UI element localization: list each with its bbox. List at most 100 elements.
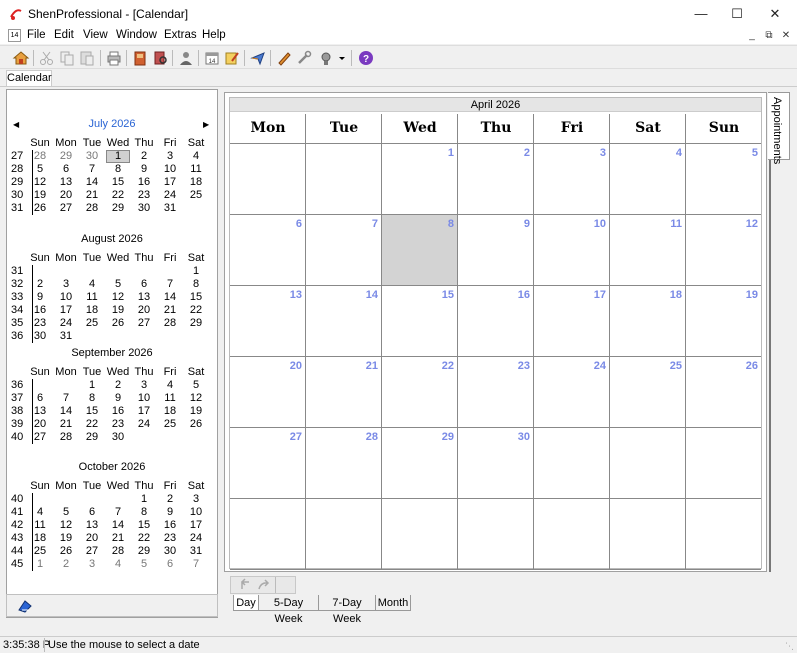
- mini-calendar-day[interactable]: 12: [27, 176, 53, 189]
- menu-view[interactable]: View: [83, 29, 108, 41]
- mini-calendar-day[interactable]: 10: [53, 291, 79, 304]
- month-day-cell[interactable]: 8: [382, 215, 458, 286]
- week-number[interactable]: 31: [11, 202, 25, 215]
- month-day-cell[interactable]: 14: [306, 286, 382, 357]
- week-number[interactable]: 31: [11, 265, 25, 278]
- week-number[interactable]: 35: [11, 317, 25, 330]
- month-day-cell[interactable]: [534, 428, 610, 499]
- mini-calendar-day[interactable]: 8: [105, 163, 131, 176]
- mini-calendar-day[interactable]: 7: [183, 558, 209, 571]
- undo-icon[interactable]: [239, 578, 253, 592]
- mini-calendar-day[interactable]: 4: [157, 379, 183, 392]
- mini-calendar-day[interactable]: 7: [79, 163, 105, 176]
- mini-calendar-day[interactable]: 15: [79, 405, 105, 418]
- mini-calendar-day[interactable]: 11: [27, 519, 53, 532]
- send-icon[interactable]: [249, 49, 267, 67]
- mini-calendar-day[interactable]: 29: [79, 431, 105, 444]
- mini-calendar-day[interactable]: 18: [79, 304, 105, 317]
- month-day-cell[interactable]: 29: [382, 428, 458, 499]
- month-day-cell[interactable]: [230, 144, 306, 215]
- mini-calendar-day[interactable]: 10: [183, 506, 209, 519]
- mini-calendar-day[interactable]: 23: [27, 317, 53, 330]
- week-number[interactable]: 36: [11, 330, 25, 343]
- mini-calendar-day[interactable]: 26: [105, 317, 131, 330]
- menu-file[interactable]: File: [27, 29, 46, 41]
- mini-calendar-day[interactable]: 30: [157, 545, 183, 558]
- mini-calendar-day[interactable]: 13: [27, 405, 53, 418]
- minimize-button[interactable]: —: [682, 0, 720, 28]
- mini-calendar-day[interactable]: 27: [27, 431, 53, 444]
- week-number[interactable]: 38: [11, 405, 25, 418]
- week-number[interactable]: 30: [11, 189, 25, 202]
- maximize-button[interactable]: ☐: [718, 0, 756, 28]
- month-day-cell[interactable]: [534, 499, 610, 570]
- mini-calendar-day[interactable]: 4: [183, 150, 209, 163]
- close-button[interactable]: ✕: [756, 0, 794, 28]
- month-day-cell[interactable]: 4: [610, 144, 686, 215]
- mini-calendar-day[interactable]: 27: [53, 202, 79, 215]
- mini-calendar-day[interactable]: 15: [105, 176, 131, 189]
- mini-calendar-day[interactable]: 20: [53, 189, 79, 202]
- week-number[interactable]: 36: [11, 379, 25, 392]
- mini-calendar-day[interactable]: 24: [53, 317, 79, 330]
- month-day-cell[interactable]: 6: [230, 215, 306, 286]
- settings-icon[interactable]: [295, 49, 313, 67]
- month-day-cell[interactable]: 17: [534, 286, 610, 357]
- address-book-icon[interactable]: [131, 49, 149, 67]
- mini-calendar-day[interactable]: 19: [53, 532, 79, 545]
- mini-calendar-day[interactable]: 23: [105, 418, 131, 431]
- mini-calendar-day[interactable]: 19: [183, 405, 209, 418]
- month-day-cell[interactable]: [610, 428, 686, 499]
- search-book-icon[interactable]: [151, 49, 169, 67]
- month-day-cell[interactable]: 7: [306, 215, 382, 286]
- mini-calendar-day[interactable]: 7: [105, 506, 131, 519]
- contacts-icon[interactable]: [177, 49, 195, 67]
- mini-calendar-day[interactable]: 14: [79, 176, 105, 189]
- mini-calendar-day[interactable]: 23: [131, 189, 157, 202]
- mini-calendar-day[interactable]: 13: [79, 519, 105, 532]
- mini-calendar-day[interactable]: 16: [105, 405, 131, 418]
- mini-calendar-day[interactable]: 25: [27, 545, 53, 558]
- notes-icon[interactable]: [223, 49, 241, 67]
- month-day-cell[interactable]: 2: [458, 144, 534, 215]
- mini-calendar-day[interactable]: 16: [131, 176, 157, 189]
- mini-calendar-day[interactable]: 3: [131, 379, 157, 392]
- mini-calendar-day[interactable]: 17: [157, 176, 183, 189]
- mini-calendar-day[interactable]: 14: [105, 519, 131, 532]
- mini-calendar-day[interactable]: 6: [157, 558, 183, 571]
- mini-calendar-day[interactable]: 5: [131, 558, 157, 571]
- resize-grip-icon[interactable]: ⋱: [785, 641, 795, 651]
- mini-calendar-day[interactable]: 22: [79, 418, 105, 431]
- mini-calendar-day[interactable]: 14: [53, 405, 79, 418]
- mini-calendar-day[interactable]: 10: [131, 392, 157, 405]
- mini-calendar-day[interactable]: 25: [183, 189, 209, 202]
- month-day-cell[interactable]: 3: [534, 144, 610, 215]
- mini-calendar-day[interactable]: 29: [183, 317, 209, 330]
- mini-calendar-day[interactable]: 19: [27, 189, 53, 202]
- mini-calendar-day[interactable]: 24: [183, 532, 209, 545]
- mini-calendar-day[interactable]: 6: [27, 392, 53, 405]
- mini-calendar-day[interactable]: 4: [79, 278, 105, 291]
- mini-calendar-day[interactable]: 18: [27, 532, 53, 545]
- mini-calendar-day[interactable]: 21: [157, 304, 183, 317]
- month-day-cell[interactable]: 5: [686, 144, 761, 215]
- month-day-cell[interactable]: [686, 499, 761, 570]
- mini-calendar-day[interactable]: 28: [27, 150, 53, 163]
- mini-calendar-day[interactable]: 1: [131, 493, 157, 506]
- mini-calendar-day[interactable]: 9: [131, 163, 157, 176]
- mini-calendar-day[interactable]: 27: [79, 545, 105, 558]
- mini-calendar-day[interactable]: 6: [79, 506, 105, 519]
- month-day-cell[interactable]: 21: [306, 357, 382, 428]
- week-number[interactable]: 40: [11, 493, 25, 506]
- mini-calendar-day[interactable]: 15: [131, 519, 157, 532]
- month-day-cell[interactable]: [306, 499, 382, 570]
- mini-calendar-day[interactable]: 12: [53, 519, 79, 532]
- menu-edit[interactable]: Edit: [54, 29, 74, 41]
- menu-window[interactable]: Window: [116, 29, 157, 41]
- tab-day[interactable]: Day: [233, 595, 259, 611]
- week-number[interactable]: 39: [11, 418, 25, 431]
- month-day-cell[interactable]: 13: [230, 286, 306, 357]
- tools-icon[interactable]: [317, 49, 335, 67]
- week-number[interactable]: 29: [11, 176, 25, 189]
- mini-calendar-day[interactable]: 3: [157, 150, 183, 163]
